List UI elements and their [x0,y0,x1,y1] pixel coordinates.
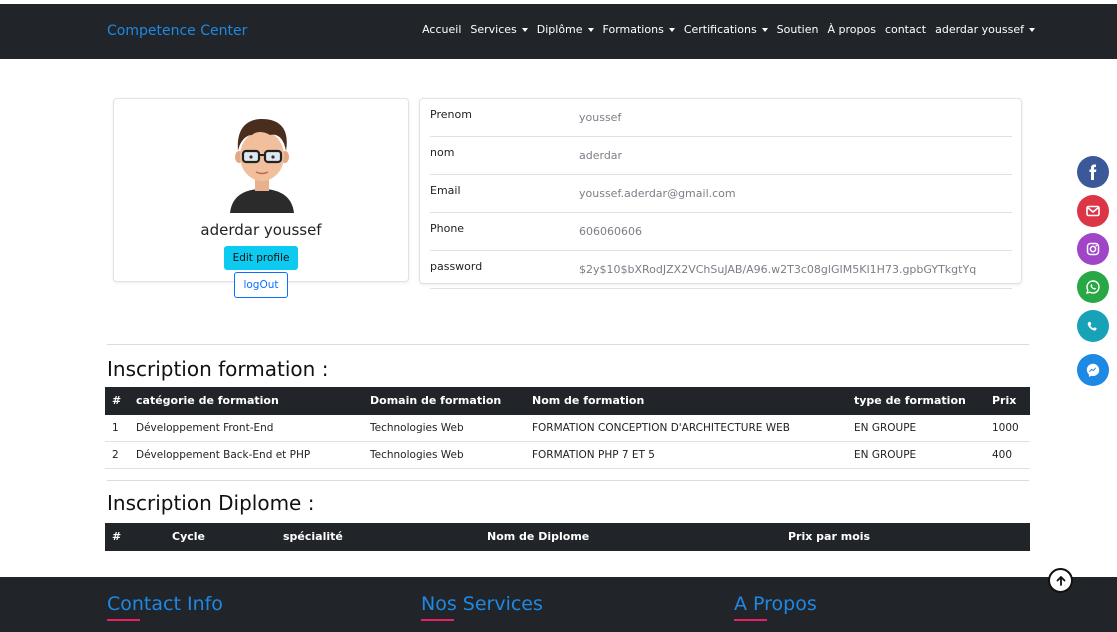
instagram-icon [1086,242,1100,256]
info-label: nom [430,146,455,159]
nav-item-label: Accueil [422,23,462,36]
table-cell: EN GROUPE [854,449,917,461]
table-cell: Développement Back-End et PHP [136,449,311,461]
table-cell: FORMATION CONCEPTION D'ARCHITECTURE WEB [532,422,790,434]
top-navbar: Competence Center Accueil Services Diplô… [0,4,1117,59]
header-cell: Nom de formation [532,394,645,407]
nav-item-certifications[interactable]: Certifications [684,23,768,36]
info-value: aderdar [579,149,623,162]
nav-item-diplome[interactable]: Diplôme [537,23,594,36]
footer-contact-title: Contact Info [107,593,223,615]
whatsapp-icon [1085,280,1100,295]
nav-item-soutien[interactable]: Soutien [777,23,819,36]
info-value: youssef.aderdar@gmail.com [579,187,736,200]
nav-item-label: Formations [602,23,664,36]
edit-profile-button[interactable]: Edit profile [224,246,298,270]
info-row-phone: Phone 606060606 [430,213,1012,251]
info-label: Phone [430,222,465,235]
nav-item-label: Diplôme [536,23,583,36]
table-cell: Technologies Web [370,422,464,434]
header-cell: Prix [992,394,1017,407]
table-row: 2 Développement Back-End et PHP Technolo… [105,442,1030,469]
nav-item-formations[interactable]: Formations [603,23,675,36]
nav-menu: Accueil Services Diplôme Formations Cert… [413,23,1035,36]
nav-item-label: Soutien [776,23,819,36]
profile-name: aderdar youssef [200,221,322,239]
caret-down-icon [761,27,768,32]
facebook-button[interactable] [1077,156,1109,188]
instagram-button[interactable] [1077,233,1109,265]
table-cell: Développement Front-End [136,422,274,434]
info-value: 606060606 [579,225,642,238]
table-row: 1 Développement Front-End Technologies W… [105,415,1030,442]
info-row-prenom: Prenom youssef [430,99,1012,137]
info-label: Prenom [430,108,472,121]
table-header: # Cycle spécialité Nom de Diplome Prix p… [105,523,1030,551]
footer-apropos-title: A Propos [734,593,817,615]
section-divider [107,480,1029,481]
nav-item-label: Services [470,23,517,36]
footer-accent-line [734,619,767,621]
footer: Contact Info Nos Services A Propos [0,577,1117,632]
table-cell: 1000 [992,422,1019,434]
diplome-section-title: Inscription Diplome : [107,491,315,515]
header-cell: Nom de Diplome [487,530,590,543]
phone-button[interactable] [1077,310,1109,342]
info-value: $2y$10$bXRodJZX2VChSuJAB/A96.w2T3c08glGI… [579,263,977,276]
phone-icon [1087,321,1097,331]
facebook-icon [1089,164,1097,180]
brand-logo[interactable]: Competence Center [107,23,247,39]
user-info-card: Prenom youssef nom aderdar Email youssef… [419,98,1022,289]
info-label: Email [430,184,461,197]
whatsapp-button[interactable] [1077,271,1109,303]
section-divider [107,344,1029,345]
table-cell: 1 [112,422,119,434]
logout-button[interactable]: logOut [234,272,288,298]
table-header: # catégorie de formation Domain de forma… [105,387,1030,415]
caret-down-icon [587,27,594,32]
header-cell: Prix par mois [788,530,871,543]
mail-button[interactable] [1077,195,1109,227]
info-label: password [430,260,483,273]
info-value: youssef [579,111,622,124]
footer-accent-line [107,619,140,621]
nav-item-label: À propos [827,23,876,36]
header-cell: Cycle [172,530,205,543]
header-cell: Domain de formation [370,394,502,407]
scroll-to-top-button[interactable] [1048,568,1073,593]
nav-item-contact[interactable]: contact [885,23,926,36]
table-cell: 2 [112,449,119,461]
avatar [230,119,294,213]
info-row-nom: nom aderdar [430,137,1012,175]
nav-item-label: aderdar youssef [935,23,1024,36]
info-row-password: password $2y$10$bXRodJZX2VChSuJAB/A96.w2… [430,251,1012,289]
nav-item-label: contact [884,23,927,36]
caret-down-icon [1029,27,1035,32]
footer-accent-line [421,619,454,621]
messenger-icon [1086,363,1100,377]
header-cell: # [112,394,122,407]
table-cell: 400 [992,449,1013,461]
header-cell: # [112,530,122,543]
profile-card: aderdar youssef Edit profile logOut [113,98,409,298]
table-cell: EN GROUPE [854,422,917,434]
table-cell: Technologies Web [370,449,464,461]
nav-item-user-menu[interactable]: aderdar youssef [935,23,1035,36]
table-cell: FORMATION PHP 7 ET 5 [532,449,655,461]
formation-section-title: Inscription formation : [107,357,329,381]
nav-item-services[interactable]: Services [470,23,528,36]
caret-down-icon [521,27,528,32]
footer-services-title: Nos Services [421,593,543,615]
nav-item-label: Certifications [683,23,757,36]
arrow-up-icon [1056,575,1065,586]
nav-item-apropos[interactable]: À propos [827,23,875,36]
nav-item-accueil[interactable]: Accueil [422,23,461,36]
messenger-button[interactable] [1077,354,1109,386]
header-cell: type de formation [854,394,966,407]
caret-down-icon [668,27,675,32]
header-cell: catégorie de formation [136,394,279,407]
info-row-email: Email youssef.aderdar@gmail.com [430,175,1012,213]
header-cell: spécialité [283,530,343,543]
mail-icon [1086,205,1100,217]
